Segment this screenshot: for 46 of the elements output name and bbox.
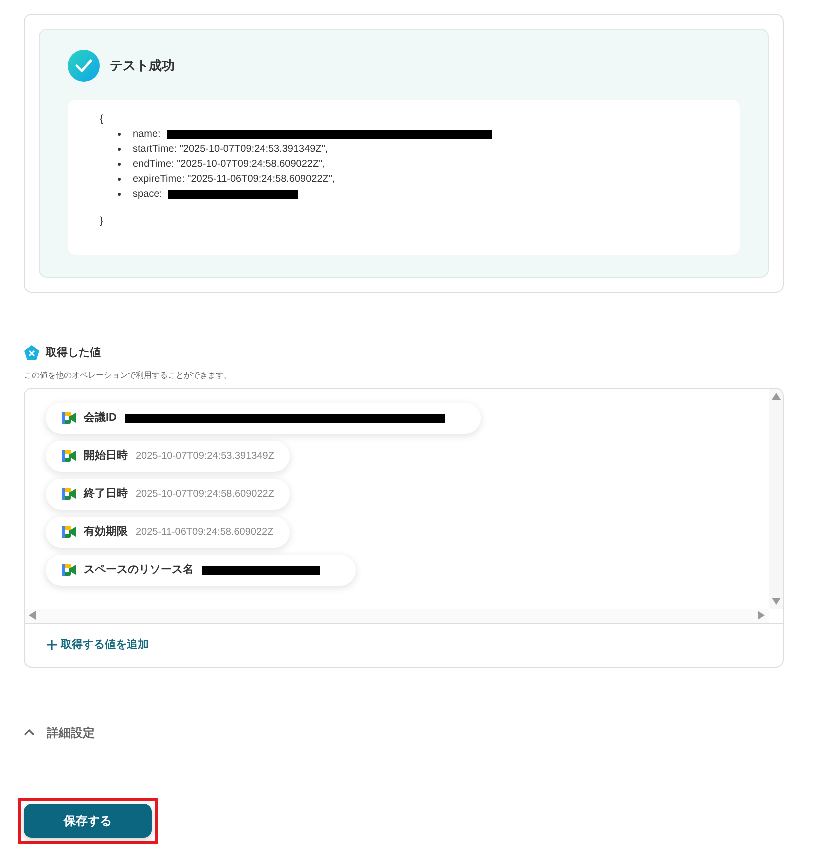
scroll-up-icon[interactable] — [772, 392, 780, 400]
bullet-icon — [118, 193, 121, 196]
value-chip[interactable]: 開始日時 2025-10-07T09:24:53.391349Z — [46, 440, 290, 472]
bullet-icon — [118, 178, 121, 181]
advanced-settings-toggle[interactable]: 詳細設定 — [24, 724, 95, 742]
video-camera-icon — [62, 450, 76, 462]
checkmark-icon — [68, 50, 100, 82]
section-title: 取得した値 — [46, 346, 101, 361]
vertical-scrollbar[interactable] — [769, 388, 783, 608]
value-chip[interactable]: スペースのリソース名 — [46, 554, 356, 586]
chip-label: 会議ID — [84, 410, 117, 426]
save-button[interactable]: 保存する — [24, 804, 152, 838]
scroll-right-icon[interactable] — [758, 611, 765, 620]
scroll-left-icon[interactable] — [29, 611, 36, 620]
variable-icon — [24, 345, 40, 362]
chip-label: スペースのリソース名 — [84, 562, 194, 578]
value-chip[interactable]: 会議ID — [46, 402, 481, 434]
code-text: startTime: "2025-10-07T09:24:53.391349Z", — [133, 143, 328, 157]
bullet-icon — [118, 148, 121, 151]
bullet-icon — [118, 163, 121, 166]
add-value-link[interactable]: 取得する値を追加 — [47, 636, 149, 654]
code-text: space: — [133, 188, 162, 202]
code-text: expireTime: "2025-11-06T09:24:58.609022Z", — [133, 173, 336, 187]
code-text: name: — [133, 128, 161, 142]
chip-label: 開始日時 — [84, 448, 128, 464]
video-camera-icon — [62, 564, 76, 576]
scroll-down-icon[interactable] — [772, 598, 780, 604]
video-camera-icon — [62, 488, 76, 500]
code-text: } — [100, 215, 104, 229]
chip-label: 終了日時 — [84, 486, 128, 502]
video-camera-icon — [62, 526, 76, 538]
success-title: テスト成功 — [110, 57, 175, 76]
value-chip[interactable]: 終了日時 2025-10-07T09:24:58.609022Z — [46, 478, 290, 510]
chip-value: 2025-10-07T09:24:53.391349Z — [136, 450, 274, 464]
video-camera-icon — [62, 412, 76, 424]
horizontal-scrollbar[interactable] — [25, 608, 769, 622]
bullet-icon — [118, 133, 121, 136]
code-text: { — [100, 113, 104, 127]
chip-value: 2025-10-07T09:24:58.609022Z — [136, 488, 274, 502]
code-text: endTime: "2025-10-07T09:24:58.609022Z", — [133, 158, 326, 172]
value-chip[interactable]: 有効期限 2025-11-06T09:24:58.609022Z — [46, 516, 290, 548]
chip-value: 2025-11-06T09:24:58.609022Z — [136, 526, 274, 540]
plus-icon — [47, 640, 57, 650]
chevron-up-icon — [24, 729, 35, 736]
section-description: この値を他のオペレーションで利用することができます。 — [24, 370, 233, 382]
chip-label: 有効期限 — [84, 524, 128, 540]
